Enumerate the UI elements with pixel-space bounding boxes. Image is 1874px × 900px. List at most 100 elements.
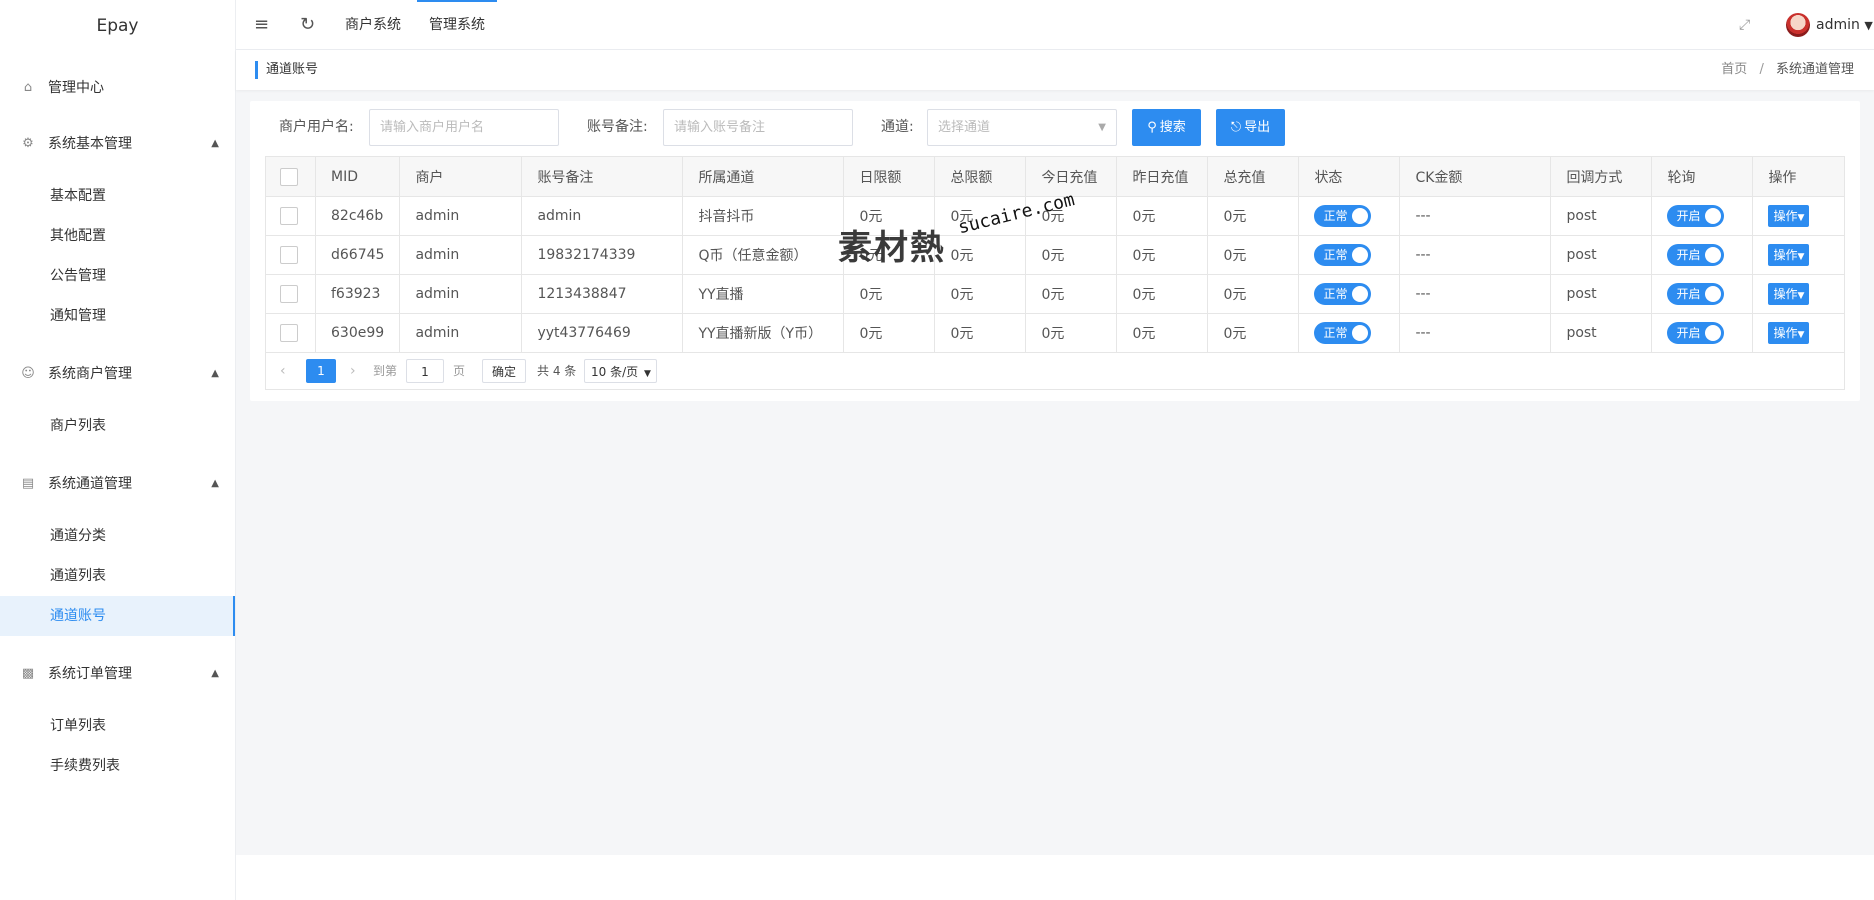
chevron-up-icon: ▲ [211, 478, 219, 489]
total-count: 共 4 条 [537, 364, 577, 378]
cell-day-limit: 0元 [843, 196, 936, 236]
refresh-icon[interactable]: ↻ [300, 0, 315, 50]
select-all-checkbox[interactable] [280, 167, 298, 186]
account-remark-input[interactable] [663, 109, 853, 146]
tab-admin-system[interactable]: 管理系统 [417, 0, 497, 50]
sidebar-group-channel[interactable]: ▤ 系统通道管理 ▲ [0, 456, 235, 512]
avatar[interactable] [1786, 13, 1810, 37]
row-checkbox[interactable] [280, 207, 298, 225]
operation-dropdown-button[interactable]: 操作▼ [1768, 322, 1810, 344]
cell-day-limit: 0元 [843, 313, 936, 353]
sidebar-item-notification[interactable]: 通知管理 [0, 296, 235, 336]
fullscreen-icon[interactable]: ⤢ [1739, 0, 1750, 50]
merchant-username-input[interactable] [369, 109, 559, 146]
user-menu[interactable]: admin ▼ [1816, 0, 1873, 50]
page-number-current[interactable]: 1 [306, 359, 336, 383]
status-switch[interactable]: 正常 [1314, 322, 1372, 344]
switch-knob [1352, 325, 1369, 341]
poll-switch-label: 开启 [1676, 248, 1701, 262]
cell-total: 0元 [1207, 235, 1300, 275]
prev-page-icon[interactable]: ‹ [280, 359, 286, 383]
home-icon: ⌂ [23, 80, 33, 95]
sidebar-group-label: 系统商户管理 [48, 366, 132, 382]
breadcrumb-home[interactable]: 首页 [1721, 62, 1747, 77]
export-button-label: 导出 [1244, 120, 1271, 135]
next-page-icon[interactable]: › [350, 359, 356, 383]
switch-knob [1705, 208, 1722, 224]
cell-poll: 开启 [1651, 196, 1754, 236]
poll-switch[interactable]: 开启 [1667, 205, 1725, 227]
status-switch-label: 正常 [1323, 248, 1348, 262]
app-logo: Epay [96, 16, 139, 36]
chevron-up-icon: ▲ [211, 138, 219, 149]
operation-dropdown-button[interactable]: 操作▼ [1768, 205, 1810, 227]
export-button[interactable]: ⎋ 导出 [1216, 109, 1285, 146]
status-switch[interactable]: 正常 [1314, 283, 1372, 305]
row-checkbox[interactable] [280, 246, 298, 264]
sidebar-group-order[interactable]: ▩ 系统订单管理 ▲ [0, 646, 235, 702]
column-header-callback[interactable]: 回调方式 [1550, 156, 1653, 197]
sidebar-item-fee-list[interactable]: 手续费列表 [0, 746, 235, 786]
switch-knob [1705, 286, 1722, 302]
column-header-poll[interactable]: 轮询 [1651, 156, 1754, 197]
tab-merchant-system[interactable]: 商户系统 [345, 0, 401, 50]
column-header-total-limit[interactable]: 总限额 [934, 156, 1027, 197]
status-switch[interactable]: 正常 [1314, 205, 1372, 227]
sidebar-group-merchant[interactable]: ☺ 系统商户管理 ▲ [0, 346, 235, 402]
operation-dropdown-button[interactable]: 操作▼ [1768, 244, 1810, 266]
column-header-channel[interactable]: 所属通道 [682, 156, 845, 197]
row-checkbox[interactable] [280, 324, 298, 342]
poll-switch[interactable]: 开启 [1667, 322, 1725, 344]
sidebar-item-dashboard[interactable]: ⌂ 管理中心 [0, 60, 235, 116]
sidebar-item-channel-category[interactable]: 通道分类 [0, 516, 235, 556]
row-checkbox[interactable] [280, 285, 298, 303]
page-size-select[interactable]: 10 条/页 ▼ [584, 359, 657, 383]
goto-page-input[interactable]: 1 [406, 359, 444, 383]
sidebar-group-basic[interactable]: ⚙ 系统基本管理 ▲ [0, 116, 235, 172]
column-header-yesterday[interactable]: 昨日充值 [1116, 156, 1209, 197]
sidebar-group-label: 系统订单管理 [48, 666, 132, 682]
column-header-mid[interactable]: MID [314, 156, 401, 197]
operation-dropdown-button[interactable]: 操作▼ [1768, 283, 1810, 305]
cell-today: 0元 [1025, 196, 1118, 236]
status-switch-label: 正常 [1323, 326, 1348, 340]
cell-total-limit: 0元 [934, 196, 1027, 236]
column-header-operation[interactable]: 操作 [1752, 156, 1845, 197]
caret-down-icon: ▼ [1797, 330, 1805, 340]
status-switch[interactable]: 正常 [1314, 244, 1372, 266]
menu-collapse-icon[interactable]: ≡ [254, 0, 269, 50]
cell-channel: Q币（任意金额） [682, 235, 845, 275]
top-header: ≡ ↻ 商户系统 管理系统 ⤢ admin ▼ [236, 0, 1874, 50]
goto-confirm-button[interactable]: 确定 [482, 359, 526, 383]
sidebar-item-order-list[interactable]: 订单列表 [0, 706, 235, 746]
sidebar-item-channel-account[interactable]: 通道账号 [0, 596, 235, 636]
channel-select[interactable]: 选择通道 ▼ [927, 109, 1117, 146]
sidebar-item-basic-config[interactable]: 基本配置 [0, 176, 235, 216]
sidebar-item-channel-list[interactable]: 通道列表 [0, 556, 235, 596]
poll-switch[interactable]: 开启 [1667, 283, 1725, 305]
operation-label: 操作 [1773, 248, 1798, 262]
merchant-filter-label: 商户用户名: [279, 119, 354, 135]
sidebar-item-merchant-list[interactable]: 商户列表 [0, 406, 235, 446]
column-header-status[interactable]: 状态 [1298, 156, 1401, 197]
column-header-day-limit[interactable]: 日限额 [843, 156, 936, 197]
caret-down-icon: ▼ [643, 369, 651, 379]
column-header-ck[interactable]: CK金额 [1399, 156, 1552, 197]
cell-callback: post [1550, 274, 1653, 314]
table-header-row: MID 商户 账号备注 所属通道 日限额 总限额 今日充值 昨日充值 总充值 状… [265, 156, 1845, 197]
sidebar-item-announcement[interactable]: 公告管理 [0, 256, 235, 296]
poll-switch-label: 开启 [1676, 287, 1701, 301]
cell-merchant: admin [399, 274, 523, 314]
column-header-merchant[interactable]: 商户 [399, 156, 523, 197]
column-header-total[interactable]: 总充值 [1207, 156, 1300, 197]
cell-operation: 操作▼ [1752, 196, 1845, 236]
column-header-remark[interactable]: 账号备注 [521, 156, 684, 197]
row-checkbox-cell [265, 235, 316, 275]
poll-switch[interactable]: 开启 [1667, 244, 1725, 266]
row-checkbox-cell [265, 313, 316, 353]
column-header-today[interactable]: 今日充值 [1025, 156, 1118, 197]
search-button[interactable]: ⚲ 搜索 [1132, 109, 1201, 146]
search-icon: ⚲ [1147, 120, 1157, 135]
sidebar-item-other-config[interactable]: 其他配置 [0, 216, 235, 256]
export-icon: ⎋ [1230, 120, 1242, 135]
